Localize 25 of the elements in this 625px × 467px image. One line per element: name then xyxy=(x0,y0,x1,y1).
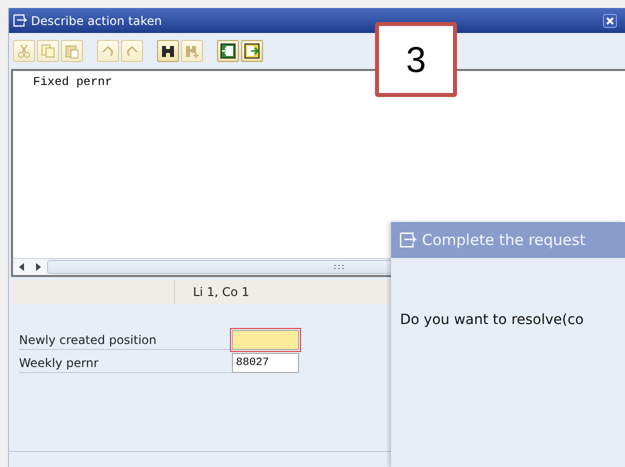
dialog-message: Do you want to resolve(co xyxy=(400,312,584,328)
find-button[interactable] xyxy=(157,40,179,62)
cut-icon xyxy=(16,43,32,59)
editor-text: Fixed pernr xyxy=(33,75,112,89)
step-callout: 3 xyxy=(375,22,457,97)
window-icon xyxy=(399,232,417,248)
cursor-position: Li 1, Co 1 xyxy=(192,285,250,299)
undo-icon xyxy=(100,43,116,59)
grip-icon xyxy=(333,264,345,270)
find-next-icon xyxy=(184,43,200,59)
copy-icon xyxy=(40,43,56,59)
input-field[interactable] xyxy=(232,330,299,350)
window-icon xyxy=(13,14,27,27)
dialog-title: Complete the request xyxy=(422,231,586,249)
close-icon[interactable] xyxy=(603,14,617,28)
window-title: Describe action taken xyxy=(31,14,162,28)
paste-icon xyxy=(64,43,80,59)
redo-icon xyxy=(124,43,140,59)
find-icon xyxy=(160,43,176,59)
input-field[interactable]: 88027 xyxy=(232,352,299,372)
import-icon xyxy=(220,43,236,59)
export-button[interactable] xyxy=(241,40,263,62)
import-button[interactable] xyxy=(217,40,239,62)
export-icon xyxy=(244,43,260,59)
field-label: Weekly pernr xyxy=(19,352,232,372)
